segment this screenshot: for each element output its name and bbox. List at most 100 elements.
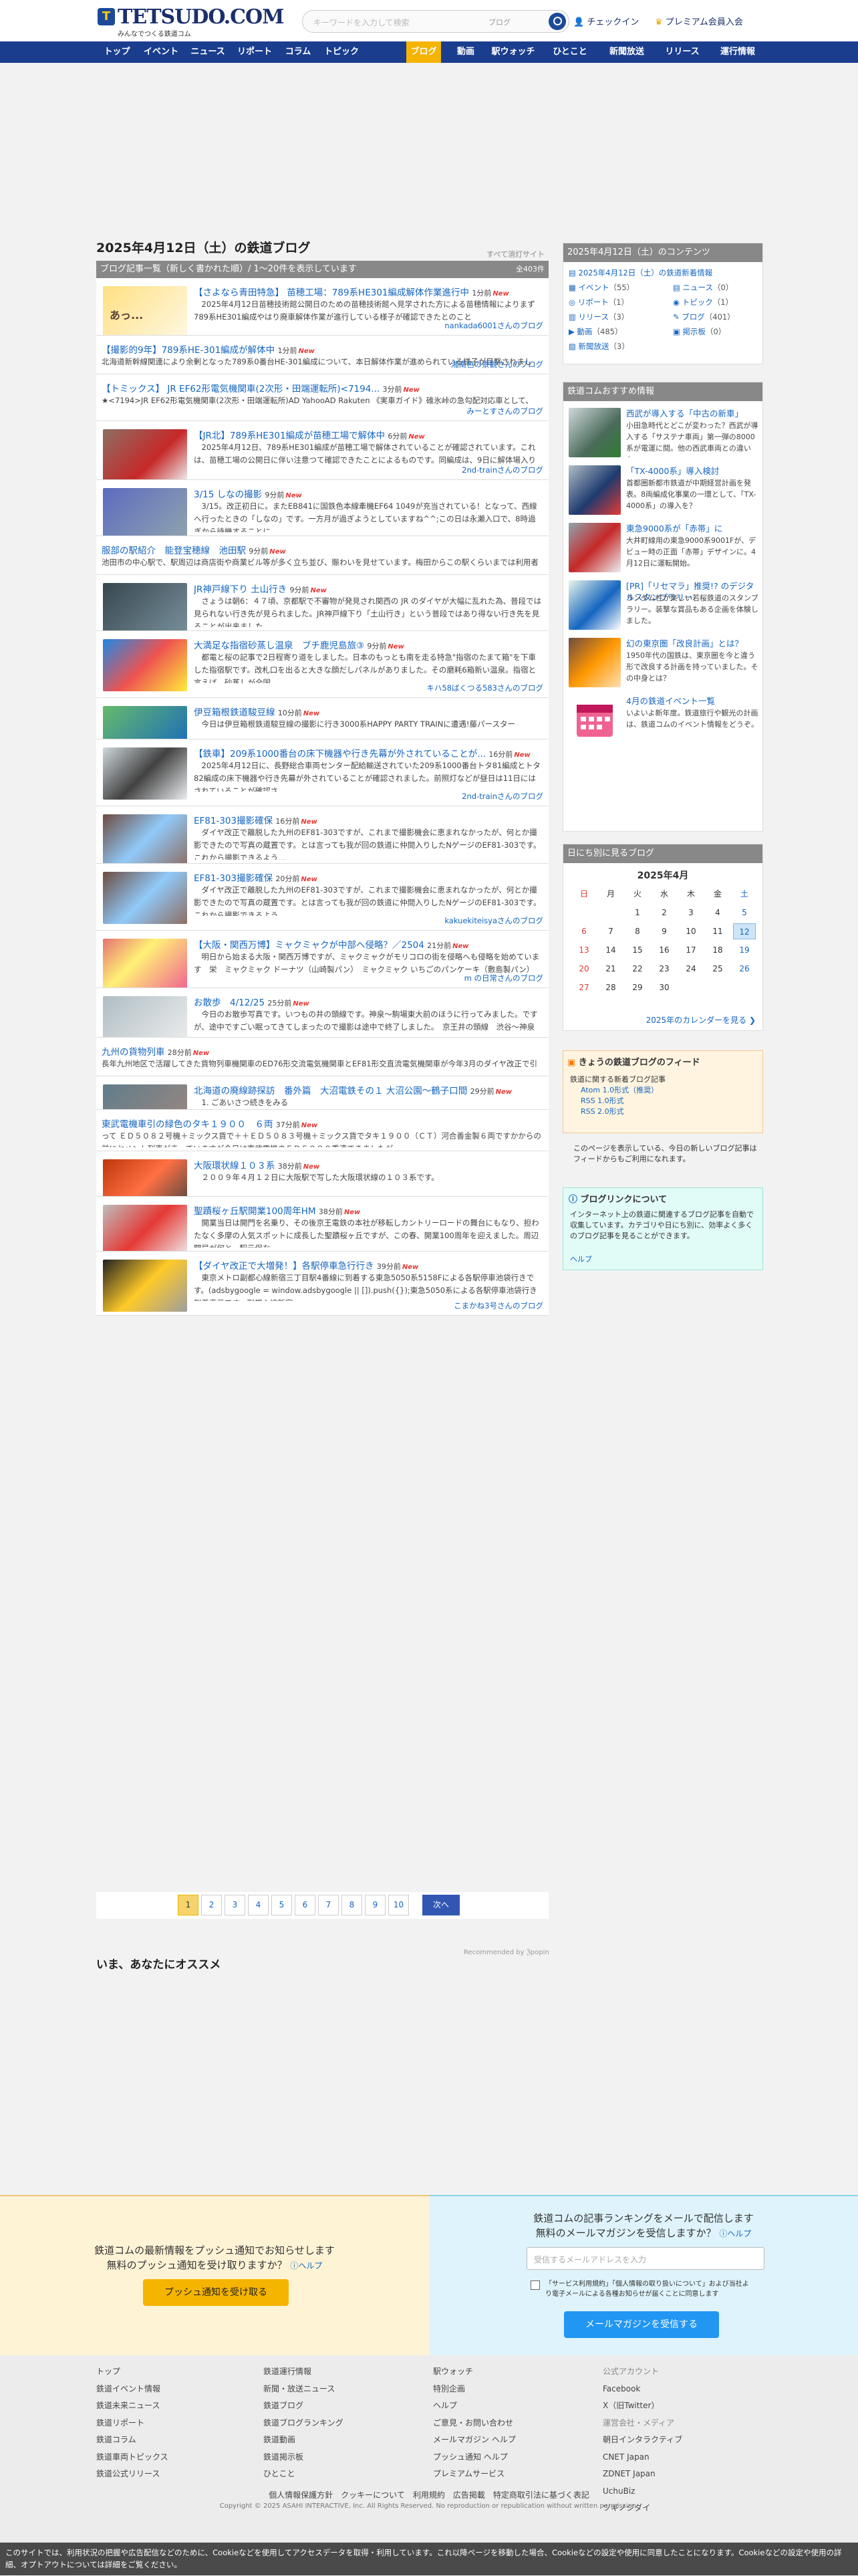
side-news-title[interactable]: 東急9000系が「赤帯」に <box>626 523 758 534</box>
side-contents-item-all[interactable]: ▤ 2025年4月12日（土）の鉄道新着情報 <box>569 267 712 278</box>
blog-entry-thumbnail[interactable] <box>103 1260 187 1312</box>
blog-entry-title[interactable]: 聖蹟桜ヶ丘駅開業100周年HM 38分前 New <box>194 1203 360 1217</box>
blog-entry[interactable]: 聖蹟桜ヶ丘駅開業100周年HM 38分前 New 開業当日は開門を名乗り、その後京王… <box>96 1197 549 1252</box>
footer-link[interactable]: 鉄道リポート <box>96 2415 168 2432</box>
blog-entry-title[interactable]: EF81-303撮影確保 20分前 New <box>194 870 317 884</box>
nav-item-news[interactable]: ニュース <box>184 41 231 63</box>
page-link-9[interactable]: 9 <box>365 1895 386 1915</box>
blog-entry-title[interactable]: 【大阪・関西万博】ミャクミャクが中部へ侵略？／2504 21分前 New <box>194 937 469 951</box>
blog-entry[interactable]: 九州の貨物列車 28分前 New 長年九州地区で活躍してきた貨物列車機関車のED76… <box>96 1038 549 1076</box>
blog-entry-author[interactable]: キハ58ばくつる583さんのブログ <box>426 683 543 693</box>
footer-link[interactable]: 朝日インタラクティブ <box>603 2432 682 2449</box>
blog-entry-title[interactable]: 九州の貨物列車 28分前 New <box>102 1044 209 1058</box>
search-icon[interactable] <box>549 13 566 30</box>
blog-entry[interactable]: お散歩 4/12/25 25分前 New 今日のお散歩写真です。いつもの井の頭線です… <box>96 988 549 1038</box>
footer-link[interactable]: 新聞・放送ニュース <box>263 2381 343 2398</box>
nav-item-release[interactable]: リリース <box>658 41 707 63</box>
side-news-title[interactable]: 西武が導入する「中古の新車」 <box>626 408 758 419</box>
feed-rss1-link[interactable]: RSS 1.0形式 <box>581 1095 624 1106</box>
calendar-day[interactable]: 17 <box>680 942 702 958</box>
blog-entry-title[interactable]: 服部の駅紹介 能登宝穂線 池田駅 9分前 New <box>102 543 286 556</box>
about-help-link[interactable]: ヘルプ <box>570 1254 592 1264</box>
blog-entry-thumbnail[interactable] <box>103 872 187 924</box>
footer-link[interactable]: 鉄道公式リリース <box>96 2466 168 2483</box>
side-news-title[interactable]: 4月の鉄道イベント一覧 <box>626 695 758 707</box>
footer-link[interactable]: ご意見・お問い合わせ <box>433 2415 516 2432</box>
mail-address-input[interactable]: 受信するメールアドレスを入力 <box>527 2247 764 2270</box>
side-contents-item-release[interactable]: ▥ リリース（3） <box>569 312 629 322</box>
calendar-day[interactable]: 7 <box>599 923 622 939</box>
side-news-item[interactable]: 幻の東京圏「改良計画」とは？ 1950年代の国鉄は、東京圏を今と違う形で改良する計… <box>569 638 760 690</box>
nav-item-hitokoto[interactable]: ひとこと <box>547 41 593 63</box>
page-link-8[interactable]: 8 <box>341 1895 362 1915</box>
footer-link[interactable]: 鉄道ブログ <box>263 2397 343 2415</box>
blog-entry[interactable]: 東武電機車引の緑色のタキ１９００ ６両 37分前 New って ＥＤ５０８２号機＋ミ… <box>96 1110 549 1151</box>
calendar-day[interactable]: 8 <box>626 923 649 939</box>
blog-entry-title[interactable]: お散歩 4/12/25 25分前 New <box>194 995 309 1008</box>
blog-entry[interactable]: 服部の駅紹介 能登宝穂線 池田駅 9分前 New 池田市の中心駅で、駅周辺は商店街や… <box>96 536 549 575</box>
blog-entry[interactable]: 伊豆箱根鉄道駿豆線 10分前 New 今日は伊豆箱根鉄道駿豆線の撮影に行き3000系… <box>96 698 549 739</box>
calendar-day[interactable]: 10 <box>680 923 702 939</box>
mail-subscribe-button[interactable]: メールマガジンを受信する <box>564 2311 719 2338</box>
nav-item-media[interactable]: 新聞放送 <box>600 41 654 63</box>
nav-item-operation[interactable]: 運行情報 <box>711 41 764 63</box>
blog-entry[interactable]: 【ダイヤ改正で大増発！】各駅停車急行行き 39分前 New 東京メトロ副都心線新宿三… <box>96 1252 549 1316</box>
page-link-2[interactable]: 2 <box>201 1895 222 1915</box>
blog-entry-title[interactable]: 北海道の廃線跡探訪 番外篇 大沼電鉄その１ 大沼公園〜鶴子口間 29分前 New <box>194 1083 512 1096</box>
blog-entry-author[interactable]: 2nd-trainさんのブログ <box>462 465 543 475</box>
mail-help-link[interactable]: ⓘヘルプ <box>719 2229 751 2238</box>
popin-credit[interactable]: Recommended by ℨpopin <box>464 1949 549 1956</box>
feed-rss2-link[interactable]: RSS 2.0形式 <box>581 1106 624 1117</box>
calendar-day[interactable]: 16 <box>653 942 676 958</box>
calendar-day[interactable]: 22 <box>626 961 649 977</box>
calendar-day[interactable]: 14 <box>599 942 622 958</box>
side-news-title[interactable]: 「TX-4000系」導入検討 <box>626 465 758 477</box>
blog-entry-thumbnail[interactable] <box>103 939 187 987</box>
blog-entry-thumbnail[interactable] <box>103 814 187 863</box>
blog-entry-thumbnail[interactable]: あっ... <box>103 286 187 335</box>
blog-entry-thumbnail[interactable] <box>103 706 187 739</box>
blog-entry-thumbnail[interactable] <box>103 1159 187 1196</box>
search-input[interactable]: キーワードを入力して検索 ブログ <box>302 10 569 33</box>
calendar-day[interactable]: 21 <box>599 961 622 977</box>
page-link-5[interactable]: 5 <box>271 1895 292 1915</box>
footer-link[interactable]: 特別企画 <box>433 2381 516 2398</box>
side-news-title[interactable]: 幻の東京圏「改良計画」とは？ <box>626 638 758 649</box>
nav-item-event[interactable]: イベント <box>138 41 184 63</box>
checkin-link[interactable]: 👤 チェックイン <box>573 15 639 27</box>
calendar-day[interactable]: 5 <box>733 905 756 921</box>
page-link-6[interactable]: 6 <box>295 1895 315 1915</box>
blog-entry[interactable]: 【JR北】789系HE301編成が苗穂工場で解体中 6分前 New 2025年4月1… <box>96 421 549 480</box>
calendar-day[interactable]: 23 <box>653 961 676 977</box>
calendar-day[interactable]: 11 <box>706 923 729 939</box>
calendar-day[interactable]: 1 <box>626 905 649 921</box>
footer-link[interactable]: 鉄道ブログランキング <box>263 2415 343 2432</box>
side-contents-item-video[interactable]: ▶ 動画（485） <box>569 326 622 337</box>
calendar-year-link[interactable]: 2025年のカレンダーを見る ❯ <box>646 1014 756 1026</box>
calendar-day[interactable]: 25 <box>706 961 729 977</box>
side-news-item[interactable]: 東急9000系が「赤帯」に 大井町線用の東急9000系9001Fが、デビュー時の正… <box>569 523 760 575</box>
rss-toggle[interactable]: すべて消灯サイト <box>486 249 545 259</box>
calendar-day[interactable]: 29 <box>626 979 649 996</box>
blog-entry-thumbnail[interactable] <box>103 639 187 691</box>
calendar-day[interactable]: 26 <box>733 961 756 977</box>
footer-link[interactable]: ZDNET Japan <box>603 2466 682 2483</box>
blog-entry-title[interactable]: 東武電機車引の緑色のタキ１９００ ６両 37分前 New <box>102 1117 317 1130</box>
calendar-day[interactable]: 3 <box>680 905 702 921</box>
footer-link[interactable]: 駅ウォッチ <box>433 2363 516 2381</box>
nav-item-blog[interactable]: ブログ <box>406 41 441 63</box>
blog-entry-title[interactable]: 【撮影的9年】789系HE-301編成が解体中 1分前 New <box>102 342 315 356</box>
search-scope[interactable]: ブログ <box>488 17 511 27</box>
side-news-item[interactable]: 4月の鉄道イベント一覧 いよいよ新年度。鉄道旅行や観光の計画は、鉄道コムのイベント… <box>569 695 760 747</box>
calendar-day[interactable]: 2 <box>653 905 676 921</box>
footer-link[interactable]: ヘルプ <box>433 2397 516 2415</box>
side-news-item[interactable]: [PR]「リセマラ」推奨!? のデジタルスタンプラリー ランダム性が楽しい若桜鉄道… <box>569 580 760 632</box>
blog-entry[interactable]: あっ... 【さよなら青田特急】 苗穂工場：789系HE301編成解体作業進行中 … <box>96 278 549 336</box>
footer-link[interactable]: CNET Japan <box>603 2449 682 2466</box>
side-contents-item-blog[interactable]: ✎ ブログ（401） <box>673 312 735 322</box>
footer-link[interactable]: プッシュ通知 ヘルプ <box>433 2449 516 2466</box>
blog-entry-author[interactable]: kakuekiteisyaさんのブログ <box>444 915 543 926</box>
blog-entry-title[interactable]: 3/15 しなの撮影 9分前 New <box>194 487 302 500</box>
calendar-day[interactable]: 28 <box>599 979 622 996</box>
blog-entry-title[interactable]: 【ダイヤ改正で大増発！】各駅停車急行行き 39分前 New <box>194 1258 418 1272</box>
